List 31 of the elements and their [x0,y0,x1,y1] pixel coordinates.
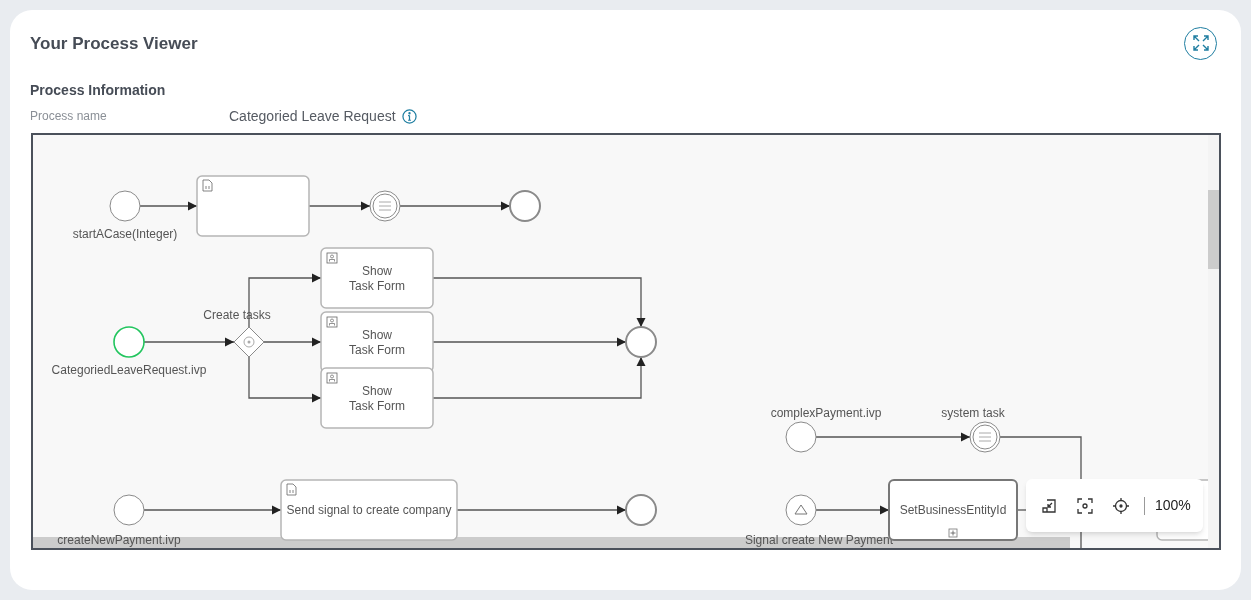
info-icon[interactable] [401,108,417,124]
task-label: SetBusinessEntityId [899,503,1007,517]
node-label: createNewPayment.ivp [57,533,181,547]
vertical-scrollbar[interactable] [1208,190,1219,269]
user-icon [326,372,338,384]
section-heading: Process Information [30,81,167,100]
crosshair-icon [1113,497,1129,514]
connector-arrow [308,201,371,211]
connector-arrow [139,201,198,211]
expand-icon [1192,35,1209,51]
node-label: Signal create New Payment [744,533,894,547]
expand-marker-icon [948,528,958,538]
node-label: system task [941,406,1005,420]
node-label: startACase(Integer) [72,227,178,241]
node-label: complexPayment.ivp [770,406,882,420]
node-label: CategoriedLeaveRequest.ivp [51,363,207,377]
task-label: Show Task Form [349,264,405,293]
field-value: Categoried Leave Request [229,106,396,126]
task-label: Show Task Form [349,328,405,357]
task-label: Show Task Form [349,384,405,413]
task-label: Send signal to create company [286,503,452,517]
field-label: Process name [30,108,108,125]
script-icon [202,179,213,192]
shrink-icon [1041,497,1057,514]
focus-icon [1077,497,1093,514]
connector-arrow [263,337,322,347]
page-title: Your Process Viewer [30,33,198,56]
zoom-level: 100% [1155,496,1191,515]
user-icon [326,252,338,264]
user-icon [326,316,338,328]
script-icon [286,483,297,496]
